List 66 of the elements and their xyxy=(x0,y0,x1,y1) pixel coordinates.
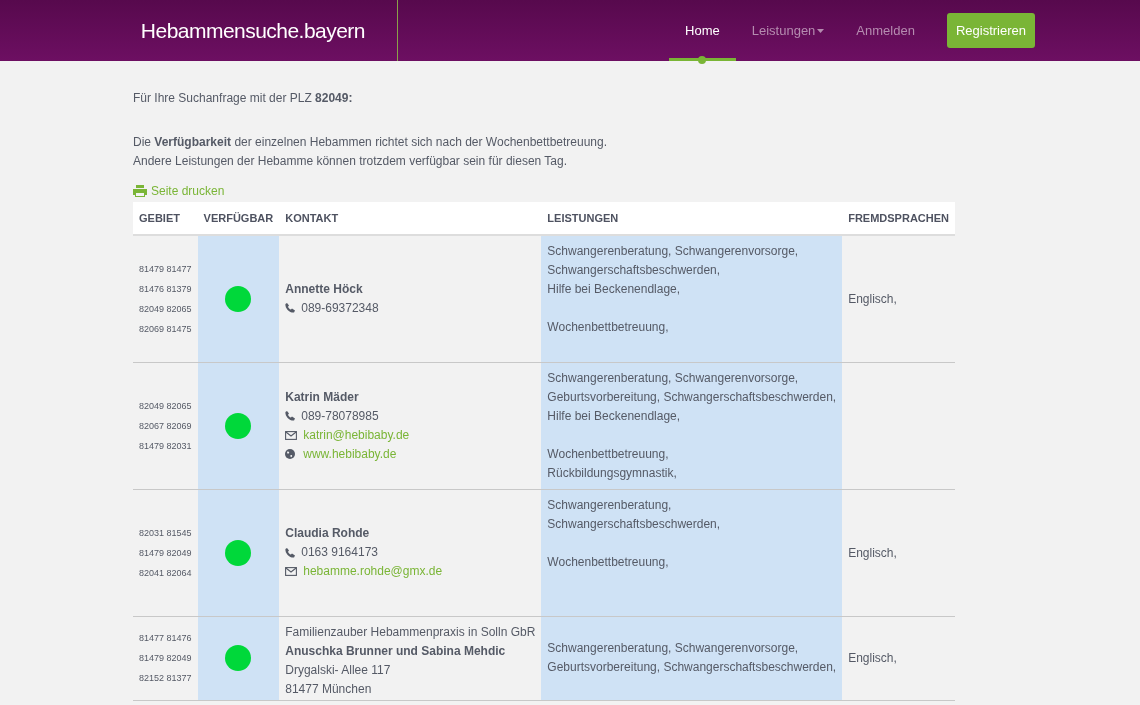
service-line: Rückbildungsgymnastik, xyxy=(547,464,677,482)
column-header: VERFÜGBAR xyxy=(197,202,280,235)
caret-icon xyxy=(817,28,825,33)
postcode-pair: 81476 81379 xyxy=(139,282,192,296)
postcode-pair: 82069 81475 xyxy=(139,322,192,336)
active-indicator xyxy=(698,56,707,64)
phone-icon xyxy=(285,303,296,314)
postcode-pair: 81477 81476 xyxy=(139,632,192,645)
search-summary: Für Ihre Suchanfrage mit der PLZ 82049: xyxy=(133,90,354,107)
website-link[interactable]: www.hebibaby.de xyxy=(303,444,397,464)
register-button[interactable]: Registrieren xyxy=(946,12,1035,49)
nav-dropdown[interactable]: Leistungen xyxy=(735,0,841,61)
service-line: Schwangerenberatung, Schwangerenvorsorge, xyxy=(547,369,799,387)
column-header: LEISTUNGEN xyxy=(541,202,843,235)
print-link[interactable]: Seite drucken xyxy=(133,182,225,200)
email-link[interactable]: hebamme.rohde@gmx.de xyxy=(303,562,443,581)
postcode-pair: 82049 82065 xyxy=(139,399,192,413)
contact-name: Katrin Mäder xyxy=(285,388,359,406)
contact-name: Claudia Rohde xyxy=(285,525,370,542)
info-text: Andere Leistungen der Hebamme können trotzdem verfügbar sein für diesen Tag. xyxy=(133,154,569,168)
address-line: Drygalski- Allee 117 xyxy=(285,661,391,679)
phone-icon xyxy=(285,411,296,421)
service-line: Schwangerenberatung, Schwangerenvorsorge, xyxy=(547,640,799,657)
postcode-pair: 82031 81545 xyxy=(139,526,192,540)
envelope-icon xyxy=(285,430,298,440)
column-header: GEBIET xyxy=(133,202,198,235)
contact-name: Anuschka Brunner und Sabina Mehdic xyxy=(285,642,506,660)
phone-icon xyxy=(285,547,296,558)
service-line: Wochenbettbetreuung, xyxy=(547,445,669,463)
column-header: FREMDSPRACHEN xyxy=(842,202,955,235)
service-line: Geburtsvorbereitung, Schwangerschaftsbeschwerden, xyxy=(547,659,837,676)
email-link[interactable]: katrin@hebibaby.de xyxy=(303,425,410,445)
postcode-pair: 81479 81477 xyxy=(139,262,192,276)
service-line: Schwangerschaftsbeschwerden, xyxy=(547,515,721,533)
service-line: Wochenbettbetreuung, xyxy=(547,319,669,336)
contact-name: Annette Höck xyxy=(285,280,363,298)
nav-link[interactable]: Home xyxy=(669,0,736,61)
language-text: Englisch, xyxy=(848,651,897,665)
column-header: KONTAKT xyxy=(279,202,542,235)
phone-number: 089-78078985 xyxy=(301,407,379,425)
language-text: Englisch, xyxy=(848,291,897,306)
postcode-pair: 82152 81377 xyxy=(139,672,192,685)
postcode-pair: 82041 82064 xyxy=(139,566,192,580)
phone-number: 089-69372348 xyxy=(301,299,379,317)
site-logo[interactable]: Hebammensuche.bayern xyxy=(140,14,365,47)
service-line: Hilfe bei Beckenendlage, xyxy=(547,407,681,425)
service-line: Schwangerschaftsbeschwerden, xyxy=(547,262,721,279)
envelope-icon xyxy=(285,567,298,576)
practice-name: Familienzauber Hebammenpraxis in Solln GbR xyxy=(285,623,536,641)
service-line: Geburtsvorbereitung, Schwangerschaftsbeschwerden, xyxy=(547,388,837,406)
printer-icon xyxy=(133,185,147,197)
nav-link[interactable]: Anmelden xyxy=(840,0,931,61)
language-text: Englisch, xyxy=(848,545,897,560)
postcode-pair: 81479 82049 xyxy=(139,546,192,560)
globe-icon xyxy=(285,449,296,459)
info-text: Die Verfügbarkeit der einzelnen Hebammen richtet sich nach der Wochenbettbetreuung. xyxy=(133,135,609,149)
postcode-pair: 81479 82031 xyxy=(139,439,192,453)
postcode-pair: 81479 82049 xyxy=(139,652,192,665)
postcode-pair: 82067 82069 xyxy=(139,419,192,433)
service-line: Wochenbettbetreuung, xyxy=(547,553,669,571)
service-line: Schwangerenberatung, xyxy=(547,496,672,514)
phone-number: 0163 9164173 xyxy=(301,544,378,561)
address-line: 81477 München xyxy=(285,680,372,698)
service-line: Hilfe bei Beckenendlage, xyxy=(547,281,681,298)
service-line: Schwangerenberatung, Schwangerenvorsorge, xyxy=(547,243,799,260)
postcode-pair: 82049 82065 xyxy=(139,302,192,316)
